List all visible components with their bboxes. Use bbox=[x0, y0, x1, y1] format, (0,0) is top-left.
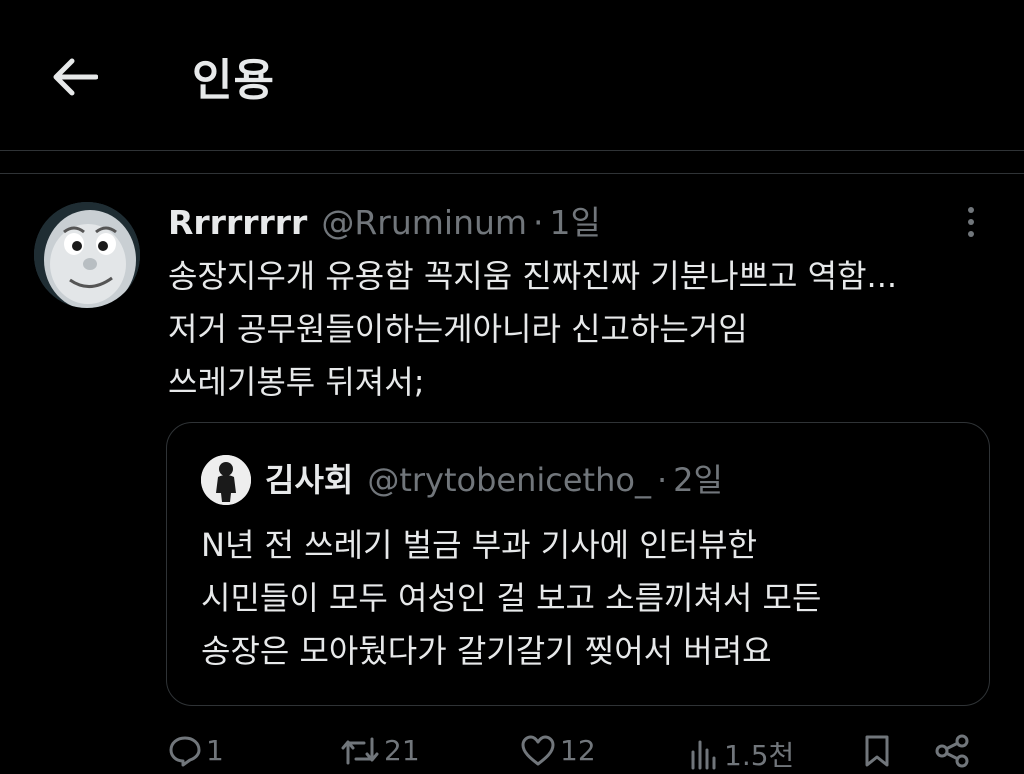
repost-button[interactable]: 21 bbox=[340, 734, 420, 767]
quoted-line: N년 전 쓰레기 벌금 부과 기사에 인터뷰한 bbox=[201, 526, 758, 564]
more-vertical-icon bbox=[968, 207, 974, 213]
user-handle[interactable]: @Rruminum bbox=[321, 203, 527, 242]
share-icon bbox=[935, 734, 969, 768]
top-bar: 인용 bbox=[0, 0, 1024, 151]
tweet-line: 저거 공무원들이하는게아니라 신고하는거임 bbox=[168, 310, 748, 348]
reply-button[interactable]: 1 bbox=[168, 734, 224, 767]
bookmark-icon bbox=[865, 735, 889, 767]
avatar[interactable] bbox=[34, 202, 140, 308]
separator-dot: · bbox=[533, 203, 544, 242]
like-button[interactable]: 12 bbox=[520, 734, 596, 767]
back-button[interactable] bbox=[46, 48, 104, 106]
views-button[interactable]: 1.5천 bbox=[688, 734, 794, 774]
quoted-tweet-header: 김사회 @trytobenicetho_ · 2일 bbox=[265, 455, 723, 501]
action-bar: 1 21 12 1.5천 bbox=[0, 728, 1024, 772]
quoted-user-handle: @trytobenicetho_ bbox=[367, 461, 651, 499]
arrow-left-icon bbox=[53, 58, 98, 96]
page-title: 인용 bbox=[192, 55, 275, 106]
share-button[interactable] bbox=[934, 734, 970, 768]
quoted-line: 시민들이 모두 여성인 걸 보고 소름끼쳐서 모든 bbox=[201, 579, 822, 617]
tweet-line: 송장지우개 유용함 꼭지움 진짜진짜 기분나쁘고 역함... bbox=[168, 257, 898, 295]
divider bbox=[0, 173, 1024, 174]
like-count: 12 bbox=[560, 734, 596, 767]
avatar-image bbox=[34, 202, 140, 308]
tweet-header: Rrrrrrrr @Rruminum · 1일 bbox=[168, 196, 601, 246]
quoted-line: 송장은 모아뒀다가 갈기갈기 찢어서 버려요 bbox=[201, 632, 772, 670]
display-name[interactable]: Rrrrrrrr bbox=[168, 203, 307, 242]
separator-dot: · bbox=[656, 461, 668, 499]
quoted-avatar bbox=[201, 455, 251, 505]
tweet-text: 송장지우개 유용함 꼭지움 진짜진짜 기분나쁘고 역함... 저거 공무원들이하… bbox=[168, 250, 1008, 409]
reply-icon bbox=[169, 736, 201, 766]
views-icon bbox=[691, 740, 716, 770]
timestamp[interactable]: 1일 bbox=[550, 196, 601, 244]
quoted-tweet-card[interactable]: 김사회 @trytobenicetho_ · 2일 N년 전 쓰레기 벌금 부과… bbox=[166, 422, 990, 706]
quoted-display-name: 김사회 bbox=[265, 461, 354, 499]
quoted-tweet-text: N년 전 쓰레기 벌금 부과 기사에 인터뷰한 시민들이 모두 여성인 걸 보고… bbox=[201, 519, 981, 678]
repost-icon bbox=[341, 737, 379, 764]
reply-count: 1 bbox=[206, 734, 224, 767]
quoted-timestamp: 2일 bbox=[673, 461, 723, 499]
bookmark-button[interactable] bbox=[862, 734, 892, 768]
more-options-button[interactable] bbox=[954, 200, 988, 244]
repost-count: 21 bbox=[384, 734, 420, 767]
tweet-line: 쓰레기봉투 뒤져서; bbox=[168, 363, 425, 401]
quoted-avatar-image bbox=[201, 455, 251, 505]
views-count: 1.5천 bbox=[724, 739, 795, 772]
heart-icon bbox=[521, 735, 555, 765]
